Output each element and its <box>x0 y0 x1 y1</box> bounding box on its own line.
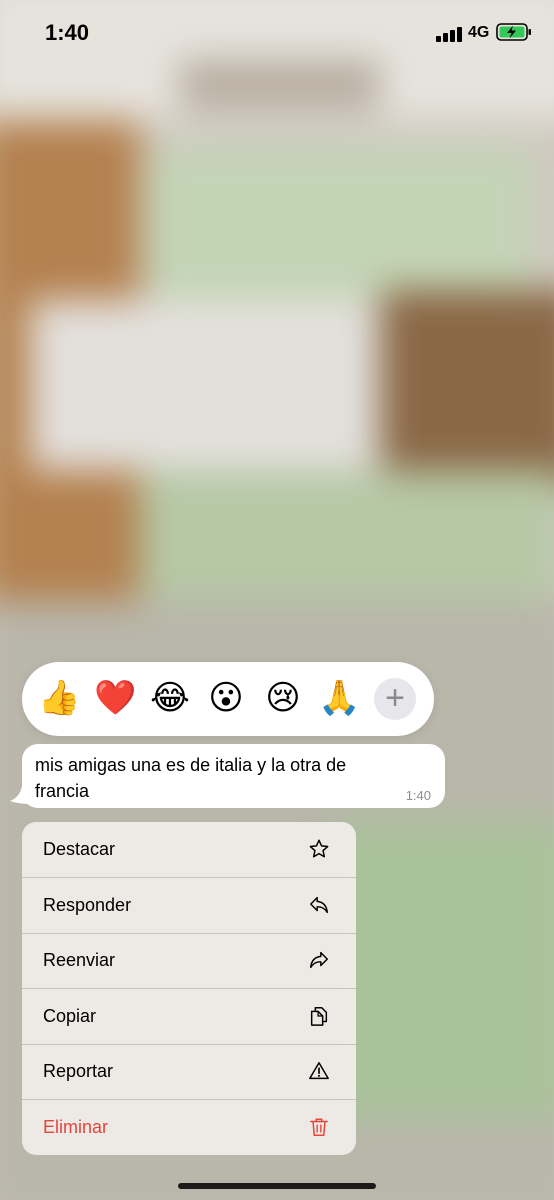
status-bar: 1:40 4G <box>0 0 554 66</box>
warning-icon <box>309 1062 329 1080</box>
reaction-bar: 👍 ❤️ 😂 😮 😢 🙏 + <box>22 662 434 736</box>
reaction-heart[interactable]: ❤️ <box>94 678 136 718</box>
menu-item-copiar[interactable]: Copiar <box>22 989 356 1045</box>
more-reactions-button[interactable]: + <box>374 678 416 720</box>
battery-charging-icon <box>496 23 531 41</box>
reaction-surprised[interactable]: 😮 <box>206 678 246 718</box>
menu-item-eliminar[interactable]: Eliminar <box>22 1100 356 1155</box>
home-indicator[interactable] <box>178 1183 376 1189</box>
signal-bars-icon <box>436 26 462 42</box>
menu-item-label: Reportar <box>43 1061 114 1081</box>
message-text: mis amigas una es de italia y la otra de… <box>35 755 347 801</box>
menu-item-label: Eliminar <box>43 1116 109 1137</box>
menu-item-label: Destacar <box>43 839 116 859</box>
menu-item-reenviar[interactable]: Reenviar <box>22 933 356 989</box>
menu-item-label: Reenviar <box>43 950 116 970</box>
reaction-praying[interactable]: 🙏 <box>318 678 360 718</box>
reply-icon <box>310 896 328 913</box>
trash-icon <box>310 1117 328 1136</box>
reaction-crying[interactable]: 😢 <box>263 678 303 718</box>
message-time: 1:40 <box>405 788 431 803</box>
forward-icon <box>310 951 328 969</box>
screen: 1:40 4G 👍 ❤️ 😂 😮 😢 🙏 + mis amigas una es… <box>0 0 554 1200</box>
reaction-laughing[interactable]: 😂 <box>150 678 190 718</box>
menu-item-responder[interactable]: Responder <box>22 878 356 934</box>
context-menu: Destacar Responder Reenviar Copiar Repor… <box>22 822 356 1155</box>
menu-item-reportar[interactable]: Reportar <box>22 1044 356 1100</box>
network-type: 4G <box>468 24 490 41</box>
status-time: 1:40 <box>45 20 90 45</box>
message-bubble[interactable]: mis amigas una es de italia y la otra de… <box>22 744 445 808</box>
menu-item-label: Responder <box>43 894 132 915</box>
copy-icon <box>310 1006 328 1026</box>
menu-item-destacar[interactable]: Destacar <box>22 822 356 878</box>
star-icon <box>309 839 329 858</box>
menu-item-label: Copiar <box>43 1005 97 1026</box>
reaction-thumbs-up[interactable]: 👍 <box>38 678 80 718</box>
